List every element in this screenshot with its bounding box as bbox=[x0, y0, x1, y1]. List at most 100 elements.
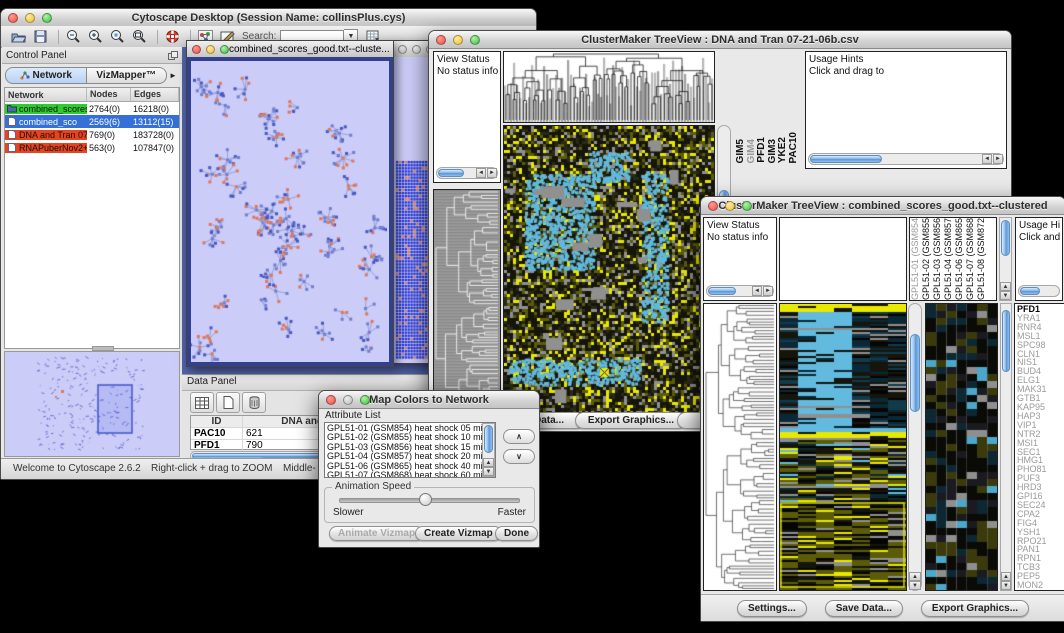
zoom-button[interactable] bbox=[360, 395, 370, 405]
save-data-button[interactable]: Save Data... bbox=[825, 600, 903, 617]
minimize-button[interactable] bbox=[412, 45, 421, 54]
attribute-list[interactable]: GPL51-01 (GSM854) heat shock 05 minGPL51… bbox=[324, 422, 496, 478]
new-attribute-icon[interactable] bbox=[216, 392, 240, 413]
scroll-left-arrow[interactable]: ◄ bbox=[476, 168, 486, 178]
treeview2-title-bar[interactable]: ClusterMaker TreeView : combined_scores_… bbox=[701, 197, 1064, 215]
birdseye-view[interactable] bbox=[4, 351, 180, 457]
network-row[interactable]: combined_sco 2569(6) 13112(15) bbox=[5, 115, 179, 128]
dialog-title-bar[interactable]: Map Colors to Network bbox=[319, 391, 539, 409]
scroll-up-arrow[interactable]: ▲ bbox=[909, 572, 921, 581]
scroll-up-arrow[interactable]: ▲ bbox=[483, 458, 494, 467]
tab-vizmapper[interactable]: VizMapper™ bbox=[87, 67, 168, 84]
zoom-fit-icon[interactable] bbox=[130, 28, 148, 45]
main-title-bar[interactable]: Cytoscape Desktop (Session Name: collins… bbox=[1, 9, 536, 27]
scroll-down-arrow[interactable]: ▼ bbox=[483, 467, 494, 476]
move-down-button[interactable]: ∨ bbox=[503, 449, 535, 464]
tab-network[interactable]: Network bbox=[5, 67, 87, 84]
column-label: GPL51-03 (GSM856) bbox=[932, 217, 943, 300]
scrollbar-thumb[interactable] bbox=[1001, 220, 1010, 256]
settings-button[interactable]: Settings... bbox=[737, 600, 807, 617]
zoom-button[interactable] bbox=[470, 35, 480, 45]
row-dendrogram[interactable] bbox=[703, 303, 777, 591]
column-header-id[interactable]: ID bbox=[191, 416, 243, 427]
minimize-button[interactable] bbox=[206, 45, 215, 54]
close-button[interactable] bbox=[436, 35, 446, 45]
minimize-button[interactable] bbox=[453, 35, 463, 45]
close-button[interactable] bbox=[8, 13, 18, 23]
scroll-right-arrow[interactable]: ► bbox=[763, 286, 773, 296]
hscrollbar[interactable]: ◄ ► bbox=[808, 153, 1004, 165]
hscrollbar[interactable]: ◄ ► bbox=[436, 167, 498, 179]
scrollbar-thumb[interactable] bbox=[810, 155, 882, 163]
column-dendrogram[interactable] bbox=[503, 51, 715, 123]
network-window-title-bar[interactable]: combined_scores_good.txt--cluste... bbox=[187, 41, 393, 58]
heatmap-zoom-view[interactable] bbox=[925, 303, 998, 591]
scroll-up-arrow[interactable]: ▲ bbox=[1000, 282, 1011, 291]
row-dendrogram[interactable] bbox=[433, 189, 501, 413]
scroll-left-arrow[interactable]: ◄ bbox=[752, 286, 762, 296]
main-window-title: Cytoscape Desktop (Session Name: collins… bbox=[1, 12, 536, 24]
zoom-in-icon[interactable] bbox=[86, 28, 104, 45]
status-hint-middle: Middle- bbox=[283, 463, 316, 474]
scroll-left-arrow[interactable]: ◄ bbox=[982, 154, 992, 164]
heatmap-main[interactable] bbox=[779, 303, 907, 591]
scrollbar-thumb[interactable] bbox=[438, 169, 464, 177]
zoom-button[interactable] bbox=[742, 201, 752, 211]
scrollbar-thumb[interactable] bbox=[484, 425, 493, 453]
list-vscrollbar[interactable]: ▲ ▼ bbox=[482, 423, 495, 477]
scroll-right-arrow[interactable]: ► bbox=[993, 154, 1003, 164]
tabs-overflow-arrow[interactable]: ► bbox=[167, 71, 179, 80]
zoom-out-icon[interactable] bbox=[64, 28, 82, 45]
close-button[interactable] bbox=[398, 45, 407, 54]
scrollbar-thumb[interactable] bbox=[708, 287, 736, 295]
treeview1-title-bar[interactable]: ClusterMaker TreeView : DNA and Tran 07-… bbox=[429, 31, 1011, 49]
export-graphics-button[interactable]: Export Graphics... bbox=[921, 600, 1029, 617]
done-button[interactable]: Done bbox=[495, 526, 538, 541]
usage-hints-text: Click and bbox=[1019, 232, 1060, 243]
scrollbar-thumb[interactable] bbox=[1002, 310, 1010, 372]
hscrollbar[interactable]: ◄ ► bbox=[706, 285, 774, 297]
move-up-button[interactable]: ∧ bbox=[503, 429, 535, 444]
network-canvas[interactable] bbox=[191, 61, 387, 362]
scroll-down-arrow[interactable]: ▼ bbox=[909, 581, 921, 590]
network-row[interactable]: DNA and Tran 07 769(0) 183728(0) bbox=[5, 128, 179, 141]
export-graphics-button[interactable]: Export Graphics... bbox=[575, 412, 687, 429]
scroll-up-arrow[interactable]: ▲ bbox=[1001, 572, 1011, 581]
scrollbar-thumb[interactable] bbox=[1020, 287, 1040, 295]
help-lifebuoy-icon[interactable] bbox=[163, 28, 181, 45]
float-panel-icon[interactable] bbox=[168, 51, 178, 60]
heatmap-main[interactable] bbox=[503, 125, 715, 413]
hscrollbar[interactable] bbox=[1018, 285, 1060, 297]
labels-vscrollbar[interactable]: ▲ ▼ bbox=[999, 217, 1012, 301]
network-row[interactable]: combined_scores_ 2764(0) 16218(0) bbox=[5, 102, 179, 115]
network-row[interactable]: RNAPuberNov2+ 563(0) 107847(0) bbox=[5, 141, 179, 154]
zoom-button[interactable] bbox=[42, 13, 52, 23]
minimize-button[interactable] bbox=[725, 201, 735, 211]
scroll-down-arrow[interactable]: ▼ bbox=[1001, 581, 1011, 590]
gene-list[interactable]: PFD1YRA1RNR4MSL1SPC98CLN1NIS1BUD4ELG1MAK… bbox=[1014, 303, 1064, 591]
heatmap-vscrollbar[interactable]: ▲ ▼ bbox=[908, 303, 922, 591]
gene-label[interactable]: MON2 bbox=[1017, 581, 1062, 590]
save-icon[interactable] bbox=[31, 28, 49, 45]
create-vizmap-button[interactable]: Create Vizmap bbox=[415, 526, 502, 541]
zoom-selected-icon[interactable] bbox=[108, 28, 126, 45]
scroll-right-arrow[interactable]: ► bbox=[487, 168, 497, 178]
close-button[interactable] bbox=[326, 395, 336, 405]
slider-thumb[interactable] bbox=[419, 493, 432, 506]
usage-hints-title: Usage Hints bbox=[809, 54, 863, 65]
attribute-select-icon[interactable] bbox=[190, 392, 214, 413]
zoom-button[interactable] bbox=[220, 45, 229, 54]
open-file-icon[interactable] bbox=[9, 28, 27, 45]
scroll-down-arrow[interactable]: ▼ bbox=[1000, 291, 1011, 300]
delete-attribute-icon[interactable] bbox=[242, 392, 266, 413]
close-button[interactable] bbox=[708, 201, 718, 211]
attribute-item[interactable]: GPL51-07 (GSM868) heat shock 60 min bbox=[327, 471, 493, 478]
close-button[interactable] bbox=[192, 45, 201, 54]
scrollbar-thumb[interactable] bbox=[910, 334, 920, 412]
column-label: PAC10 bbox=[788, 132, 799, 164]
minimize-button[interactable] bbox=[343, 395, 353, 405]
animate-vizmap-button[interactable]: Animate Vizmap bbox=[329, 526, 424, 541]
column-dendrogram[interactable] bbox=[779, 217, 907, 301]
minimize-button[interactable] bbox=[25, 13, 35, 23]
genes-vscrollbar[interactable]: ▲ ▼ bbox=[1000, 303, 1012, 591]
